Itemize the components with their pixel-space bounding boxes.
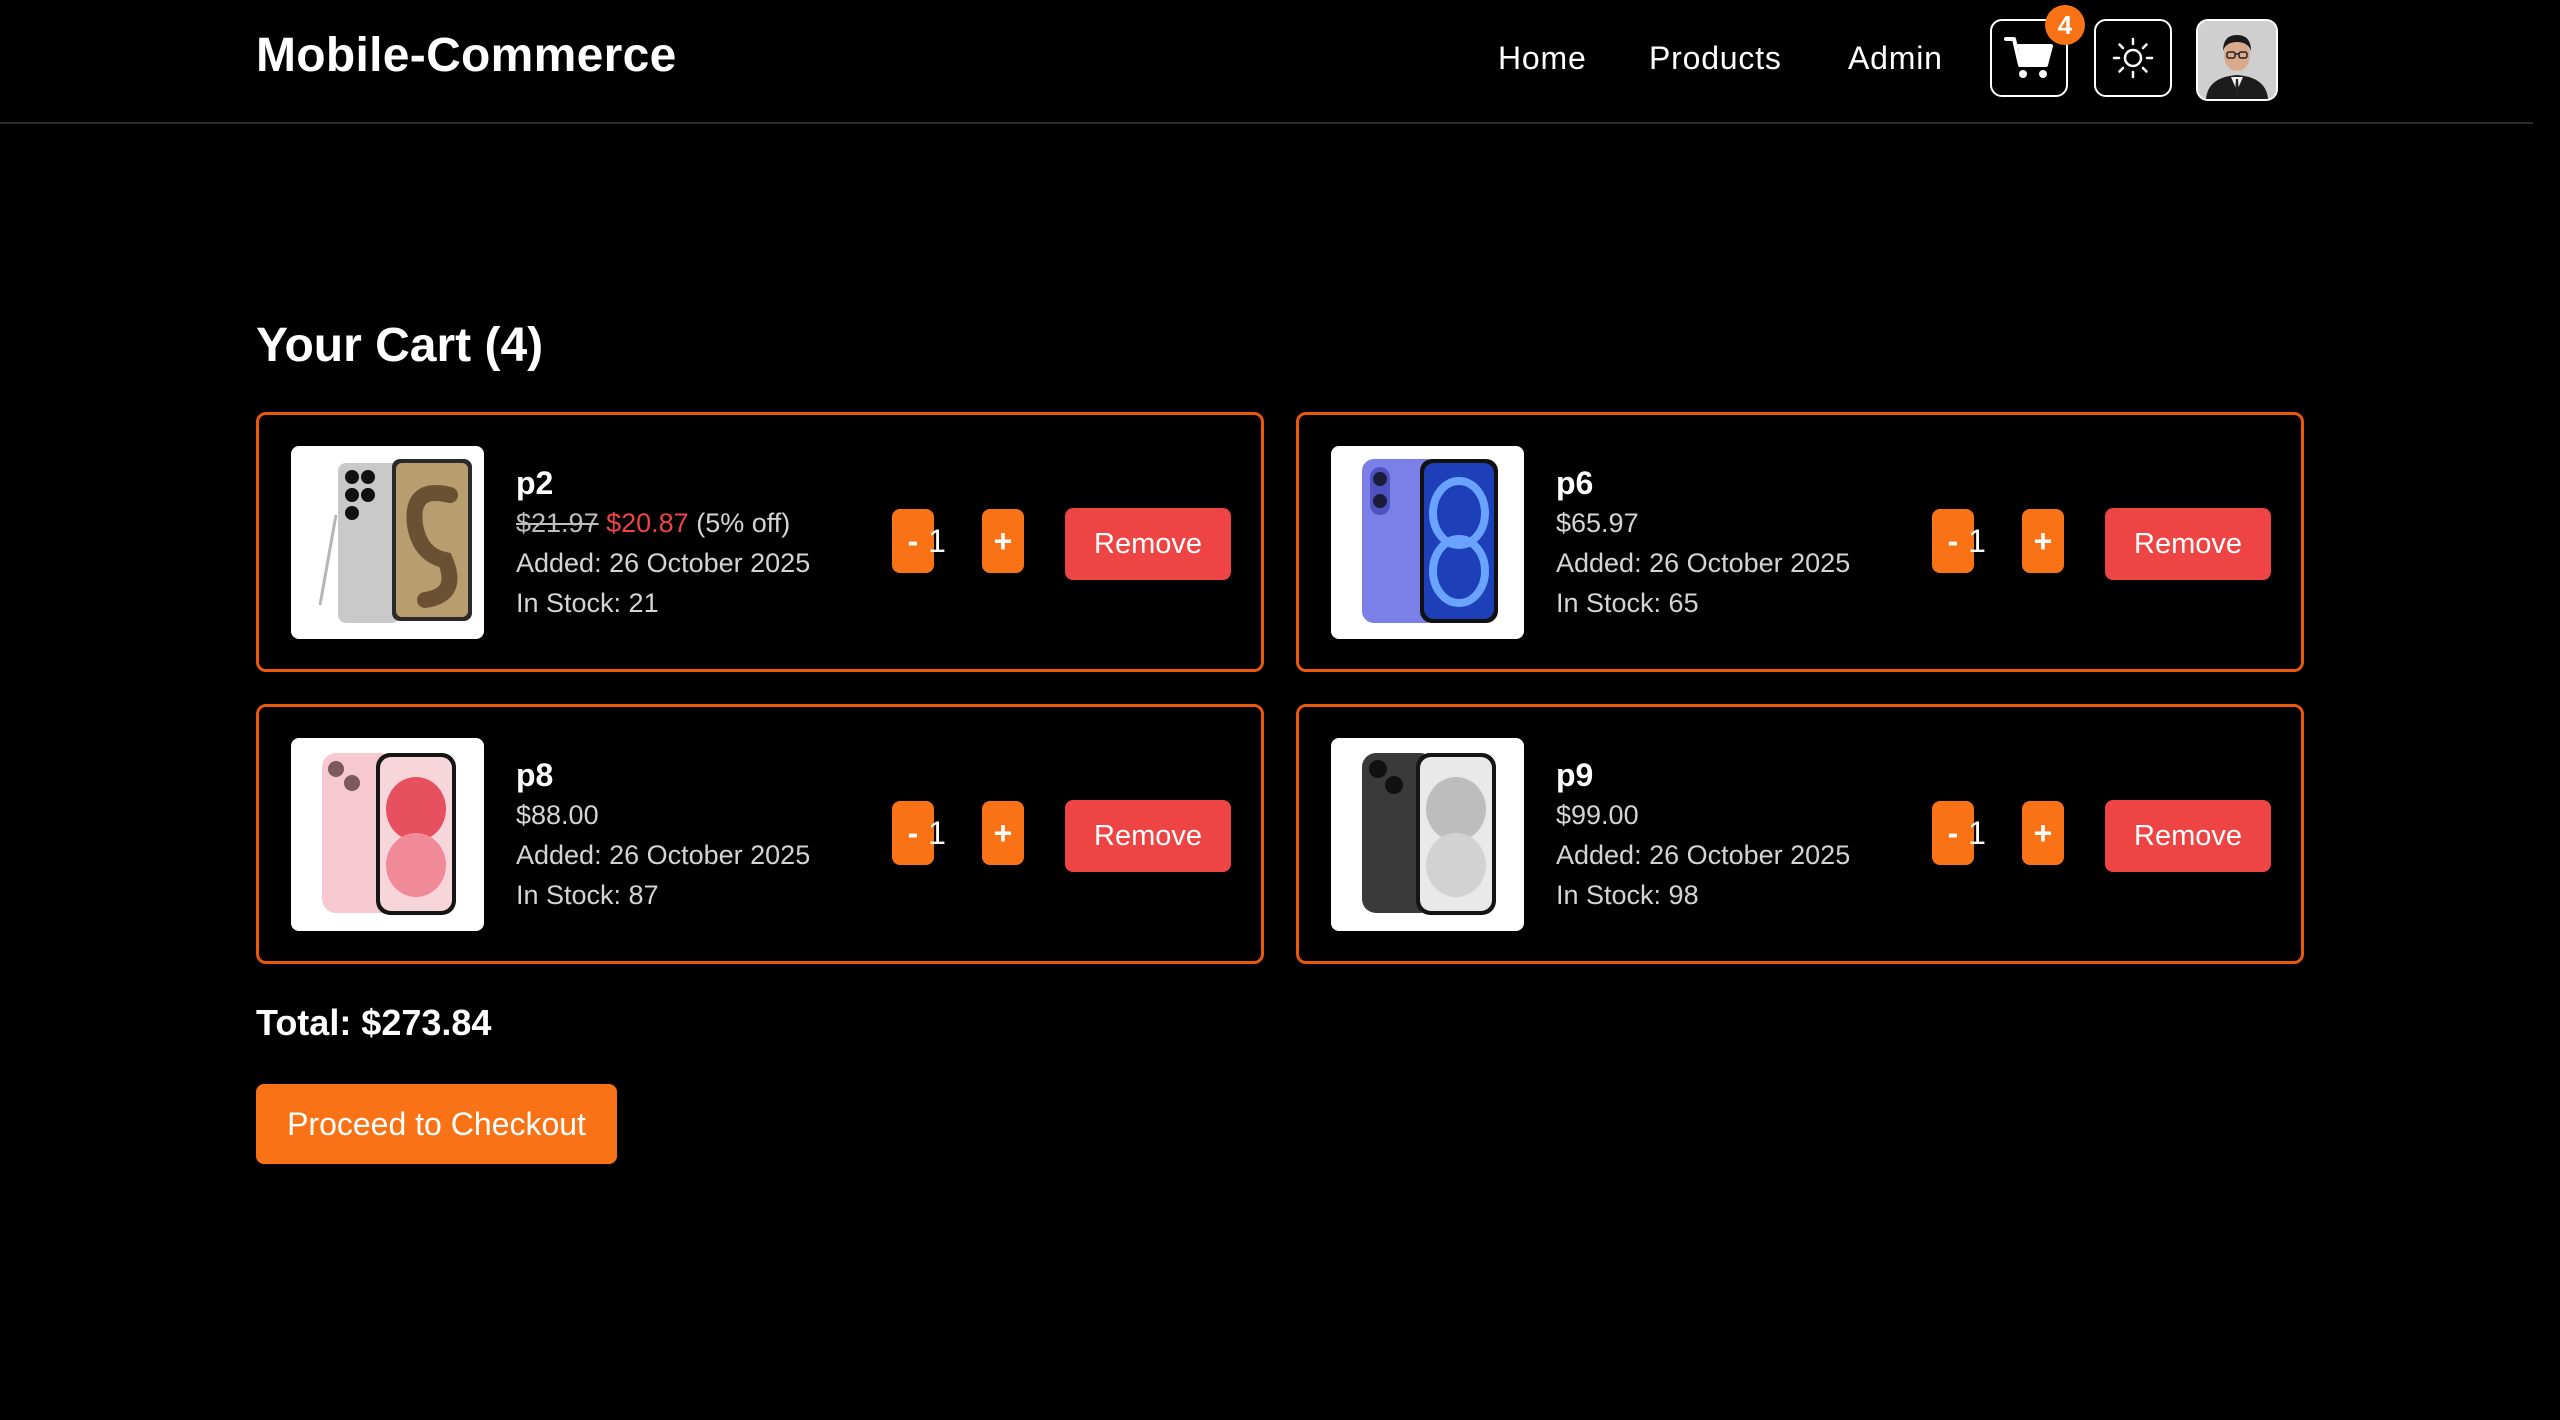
quantity-value: 1 [1968,522,1986,559]
phone-image [322,753,456,915]
item-info: p2 $21.97 $20.87 (5% off) Added: 26 Octo… [516,463,810,623]
increase-qty-button[interactable]: + [982,801,1024,865]
remove-button[interactable]: Remove [2105,508,2271,580]
sale-price: $20.87 [606,508,689,538]
checkout-button[interactable]: Proceed to Checkout [256,1084,617,1164]
increase-qty-button[interactable]: + [982,509,1024,573]
price: $88.00 [516,800,599,830]
item-info: p9 $99.00 Added: 26 October 2025 In Stoc… [1556,755,1850,915]
product-name[interactable]: p8 [516,755,810,795]
top-navbar: Mobile-Commerce Home Products Admin 4 [0,0,2533,124]
cart-item-p9: p9 $99.00 Added: 26 October 2025 In Stoc… [1296,704,2304,964]
cart-total: Total: $273.84 [256,1002,492,1043]
product-name[interactable]: p6 [1556,463,1850,503]
product-image[interactable] [1331,738,1524,931]
remove-button[interactable]: Remove [1065,508,1231,580]
added-date: Added: 26 October 2025 [1556,840,1851,870]
cart-item-p6: p6 $65.97 Added: 26 October 2025 In Stoc… [1296,412,2304,672]
original-price: $21.97 [516,508,599,538]
increase-qty-button[interactable]: + [2022,801,2064,865]
product-name[interactable]: p2 [516,463,810,503]
page-title: Your Cart (4) [256,319,544,372]
phone-image [1362,753,1496,915]
quantity-value: 1 [928,522,946,559]
discount-label: (5% off) [696,508,791,538]
user-avatar[interactable] [2196,19,2278,101]
price: $99.00 [1556,800,1639,830]
cart-count-badge: 4 [2045,5,2085,45]
theme-toggle-button[interactable] [2094,19,2172,97]
added-date: Added: 26 October 2025 [1556,548,1851,578]
price-line: $21.97 $20.87 (5% off) [516,503,810,543]
nav-home[interactable]: Home [1498,40,1587,77]
added-date: Added: 26 October 2025 [516,840,811,870]
stock-count: In Stock: 98 [1556,880,1699,910]
stock-count: In Stock: 87 [516,880,659,910]
quantity-value: 1 [928,814,946,851]
avatar-image [2198,21,2276,99]
brand-logo[interactable]: Mobile-Commerce [256,28,677,83]
price: $65.97 [1556,508,1639,538]
product-image[interactable] [291,446,484,639]
product-image[interactable] [1331,446,1524,639]
quantity-value: 1 [1968,814,1986,851]
phone-image [1362,459,1498,623]
cart-item-p2: p2 $21.97 $20.87 (5% off) Added: 26 Octo… [256,412,1264,672]
nav-admin[interactable]: Admin [1848,40,1943,77]
cart-item-p8: p8 $88.00 Added: 26 October 2025 In Stoc… [256,704,1264,964]
remove-button[interactable]: Remove [1065,800,1231,872]
increase-qty-button[interactable]: + [2022,509,2064,573]
item-info: p8 $88.00 Added: 26 October 2025 In Stoc… [516,755,810,915]
product-name[interactable]: p9 [1556,755,1850,795]
nav-products[interactable]: Products [1649,40,1782,77]
item-info: p6 $65.97 Added: 26 October 2025 In Stoc… [1556,463,1850,623]
stock-count: In Stock: 65 [1556,588,1699,618]
remove-button[interactable]: Remove [2105,800,2271,872]
cart-icon [2004,37,2053,78]
sun-icon [2112,37,2154,79]
phone-image [318,459,472,623]
added-date: Added: 26 October 2025 [516,548,811,578]
product-image[interactable] [291,738,484,931]
stock-count: In Stock: 21 [516,588,659,618]
